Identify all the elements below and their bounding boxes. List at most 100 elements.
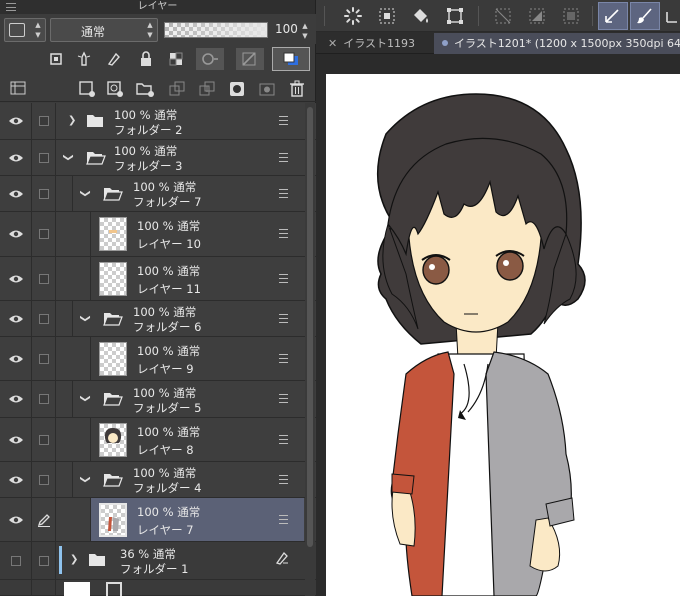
canvas-paper[interactable] <box>326 74 680 596</box>
menu-icon[interactable] <box>279 474 288 484</box>
layer-list-scrollbar[interactable] <box>305 103 315 596</box>
fill-icon[interactable] <box>406 2 436 30</box>
layer-select-checkbox[interactable] <box>32 337 56 380</box>
chevron-down-icon[interactable]: ❯ <box>80 394 91 402</box>
close-tab-icon[interactable]: ✕ <box>328 37 337 50</box>
scrollbar-thumb[interactable] <box>307 107 313 547</box>
visibility-toggle[interactable] <box>0 381 32 417</box>
spin-down-icon[interactable]: ▼ <box>33 31 43 39</box>
menu-icon[interactable] <box>279 273 288 283</box>
lighthouse-icon[interactable] <box>74 50 94 68</box>
vector-brush-icon[interactable] <box>630 2 660 30</box>
chevron-down-icon[interactable]: ❯ <box>80 189 91 197</box>
layer-color-select[interactable]: ▲ ▼ <box>4 18 46 42</box>
lock-icon[interactable] <box>136 50 156 68</box>
layer-row-folder-1[interactable]: ❯ 36 % 通常 フォルダー 1 <box>0 542 316 580</box>
snap-grid-icon[interactable] <box>556 2 586 30</box>
spin-up-icon[interactable]: ▲ <box>145 21 155 29</box>
layer-row-layer-9[interactable]: 100 % 通常 レイヤー 9 <box>0 337 316 381</box>
trash-icon[interactable] <box>286 79 308 99</box>
layer-row-layer-11[interactable]: 100 % 通常 レイヤー 11 <box>0 257 316 301</box>
layer-select-checkbox[interactable] <box>32 542 56 579</box>
layer-row-folder-3[interactable]: ❯ 100 % 通常 フォルダー 3 <box>0 140 316 176</box>
visibility-toggle[interactable] <box>0 462 32 497</box>
visibility-toggle[interactable] <box>0 257 32 300</box>
visibility-toggle[interactable] <box>0 212 32 256</box>
visibility-toggle[interactable] <box>0 418 32 461</box>
chevron-down-icon[interactable]: ❯ <box>80 314 91 322</box>
reference-layer-icon[interactable] <box>46 50 66 68</box>
menu-icon[interactable] <box>279 116 288 125</box>
visibility-toggle[interactable] <box>0 140 32 175</box>
layer-select-checkbox[interactable] <box>32 462 56 497</box>
transform-icon[interactable] <box>440 2 470 30</box>
layer-row-folder-6[interactable]: ❯ 100 % 通常 フォルダー 6 <box>0 301 316 337</box>
menu-icon[interactable] <box>279 353 288 363</box>
mask-icon[interactable] <box>236 48 264 70</box>
spin-up-icon[interactable]: ▲ <box>300 22 310 30</box>
layer-select-checkbox[interactable] <box>32 103 56 139</box>
loading-icon[interactable] <box>338 2 368 30</box>
layer-select-checkbox[interactable] <box>32 212 56 256</box>
menu-icon[interactable] <box>279 313 288 323</box>
layer-select-checkbox[interactable] <box>32 176 56 211</box>
layer-list-icon[interactable] <box>8 79 28 97</box>
layer-select-checkbox[interactable] <box>32 418 56 461</box>
layer-row-layer-10[interactable]: 100 % 通常 レイヤー 10 <box>0 212 316 257</box>
layer-row-folder-5[interactable]: ❯ 100 % 通常 フォルダー 5 <box>0 381 316 418</box>
snap-ruler-icon[interactable] <box>522 2 552 30</box>
opacity-slider[interactable] <box>164 22 268 38</box>
new-raster-layer-icon[interactable] <box>76 79 98 99</box>
new-vector-layer-icon[interactable] <box>104 79 126 99</box>
select-all-icon[interactable] <box>372 2 402 30</box>
visibility-toggle[interactable] <box>0 301 32 336</box>
visibility-toggle[interactable] <box>0 498 32 541</box>
visibility-toggle[interactable] <box>0 337 32 380</box>
layer-row-folder-2[interactable]: ❯ 100 % 通常 フォルダー 2 <box>0 103 316 140</box>
apply-mask-icon[interactable] <box>256 79 278 99</box>
new-folder-icon[interactable] <box>134 79 156 99</box>
blend-mode-select[interactable]: 通常 ▲ ▼ <box>50 18 158 42</box>
tab-illust-1201[interactable]: イラスト1201* (1200 x 1500px 350dpi 64.2 <box>434 33 680 54</box>
chevron-right-icon[interactable]: ❯ <box>68 115 76 126</box>
menu-icon[interactable] <box>279 394 288 403</box>
menu-icon[interactable] <box>279 152 288 162</box>
ruler-icon[interactable] <box>662 2 680 30</box>
canvas-area[interactable] <box>316 54 680 596</box>
layer-row-folder-4[interactable]: ❯ 100 % 通常 フォルダー 4 <box>0 462 316 498</box>
spin-up-icon[interactable]: ▲ <box>33 21 43 29</box>
layer-select-checkbox[interactable] <box>32 257 56 300</box>
create-mask-icon[interactable] <box>226 79 248 99</box>
menu-icon[interactable] <box>279 188 288 198</box>
menu-icon[interactable] <box>279 229 288 238</box>
layer-color-toggle[interactable] <box>272 47 310 71</box>
spin-down-icon[interactable]: ▼ <box>145 31 155 39</box>
snap-off-icon[interactable] <box>488 2 518 30</box>
visibility-toggle[interactable] <box>0 176 32 211</box>
chevron-right-icon[interactable]: ❯ <box>70 554 78 565</box>
editing-layer-indicator[interactable] <box>32 498 56 541</box>
menu-icon[interactable] <box>279 434 288 444</box>
merge-down-icon[interactable] <box>196 79 218 99</box>
panel-menu-icon[interactable] <box>6 3 16 11</box>
visibility-toggle[interactable] <box>0 580 32 595</box>
layer-row-folder-7[interactable]: ❯ 100 % 通常 フォルダー 7 <box>0 176 316 212</box>
layer-select-checkbox[interactable] <box>32 140 56 175</box>
vector-line-icon[interactable] <box>598 2 628 30</box>
clip-to-layer-icon[interactable] <box>196 48 224 70</box>
layer-row-layer-8[interactable]: 100 % 通常 レイヤー 8 <box>0 418 316 462</box>
layer-row-paper[interactable] <box>0 580 316 596</box>
menu-icon[interactable] <box>279 514 288 524</box>
visibility-toggle-off[interactable] <box>0 542 32 579</box>
draft-layer-icon[interactable] <box>104 50 124 68</box>
layer-select-checkbox[interactable] <box>32 580 56 595</box>
lock-transparent-icon[interactable] <box>166 50 186 68</box>
spin-down-icon[interactable]: ▼ <box>300 32 310 40</box>
chevron-down-icon[interactable]: ❯ <box>63 153 74 161</box>
visibility-toggle[interactable] <box>0 103 32 139</box>
tab-illust-1193[interactable]: ✕ イラスト1193 <box>322 33 432 54</box>
layer-select-checkbox[interactable] <box>32 381 56 417</box>
layer-row-layer-7[interactable]: 100 % 通常 レイヤー 7 <box>0 498 316 542</box>
chevron-down-icon[interactable]: ❯ <box>80 475 91 483</box>
transfer-down-icon[interactable] <box>166 79 188 99</box>
